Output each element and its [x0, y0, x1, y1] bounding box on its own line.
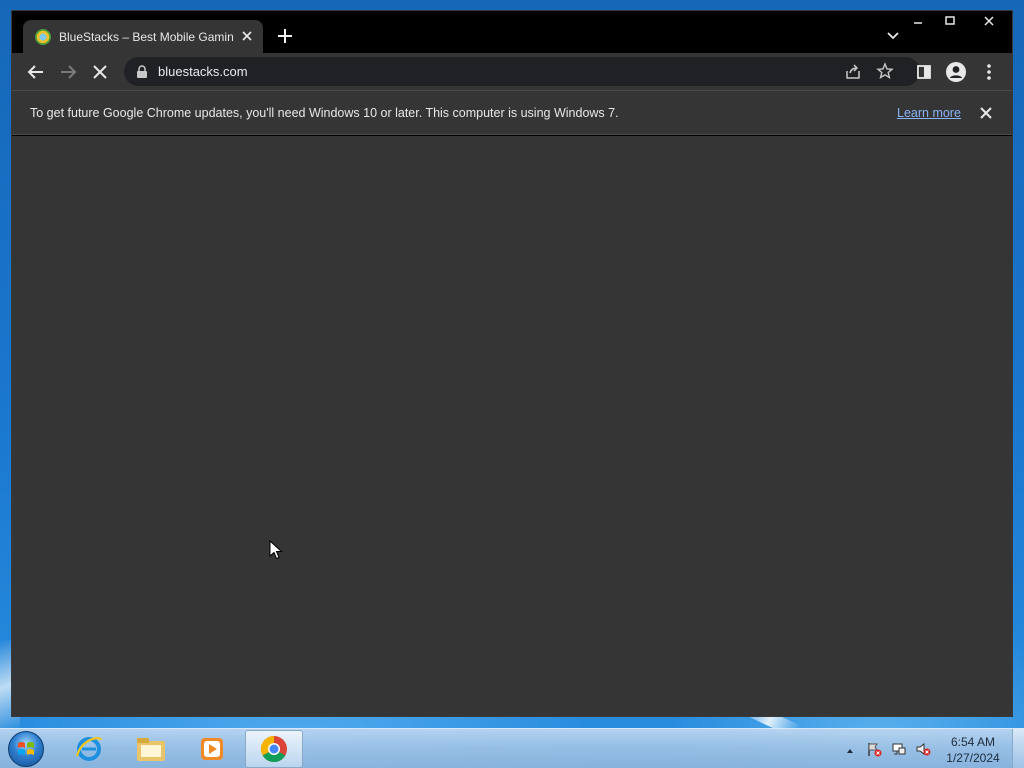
browser-toolbar: bluestacks.com — [12, 53, 1012, 90]
taskbar: 6:54 AM 1/27/2024 — [0, 728, 1024, 768]
clock-date: 1/27/2024 — [946, 751, 1000, 765]
start-button[interactable] — [8, 731, 44, 767]
stop-loading-icon[interactable] — [89, 61, 111, 83]
file-explorer-icon[interactable] — [122, 730, 180, 768]
maximize-button[interactable] — [934, 11, 966, 31]
tab-close-icon[interactable] — [239, 28, 255, 44]
browser-window: BlueStacks – Best Mobile Gaming bluestac… — [11, 10, 1013, 717]
back-arrow-icon[interactable] — [25, 61, 47, 83]
side-panel-icon[interactable] — [913, 61, 935, 83]
bluestacks-logo-icon — [35, 28, 51, 45]
mouse-pointer-icon — [269, 539, 283, 560]
action-center-flag-icon[interactable] — [866, 741, 882, 757]
media-player-icon[interactable] — [183, 730, 241, 768]
tab-strip: BlueStacks – Best Mobile Gaming — [12, 11, 1012, 53]
update-infobar: To get future Google Chrome updates, you… — [12, 90, 1012, 135]
internet-explorer-icon[interactable] — [60, 730, 118, 768]
tab-search-chevron-icon[interactable] — [884, 26, 902, 44]
browser-tab[interactable]: BlueStacks – Best Mobile Gaming — [23, 20, 263, 53]
volume-muted-icon[interactable] — [915, 741, 931, 757]
more-menu-icon[interactable] — [978, 61, 1000, 83]
system-clock[interactable]: 6:54 AM 1/27/2024 — [938, 734, 1008, 766]
clock-time: 6:54 AM — [950, 735, 996, 749]
infobar-close-icon[interactable] — [977, 104, 995, 122]
network-icon[interactable] — [891, 741, 907, 757]
minimize-button[interactable] — [902, 11, 934, 31]
new-tab-button[interactable] — [274, 25, 296, 47]
windows-logo-icon — [18, 742, 34, 755]
window-controls — [902, 11, 1012, 31]
profile-avatar-icon[interactable] — [945, 61, 967, 83]
address-bar[interactable]: bluestacks.com — [124, 57, 920, 86]
close-window-button[interactable] — [966, 11, 1012, 31]
show-hidden-icons-icon[interactable] — [845, 743, 855, 753]
forward-arrow-icon[interactable] — [57, 61, 79, 83]
share-icon[interactable] — [844, 63, 862, 81]
show-desktop-button[interactable] — [1012, 729, 1024, 768]
page-content[interactable] — [12, 136, 1012, 716]
tab-title: BlueStacks – Best Mobile Gaming — [59, 29, 234, 44]
url-text[interactable]: bluestacks.com — [158, 64, 248, 79]
infobar-message: To get future Google Chrome updates, you… — [30, 106, 619, 120]
lock-icon[interactable] — [136, 65, 148, 78]
learn-more-link[interactable]: Learn more — [897, 106, 961, 120]
chrome-icon[interactable] — [245, 730, 303, 768]
bookmark-star-icon[interactable] — [876, 62, 894, 80]
